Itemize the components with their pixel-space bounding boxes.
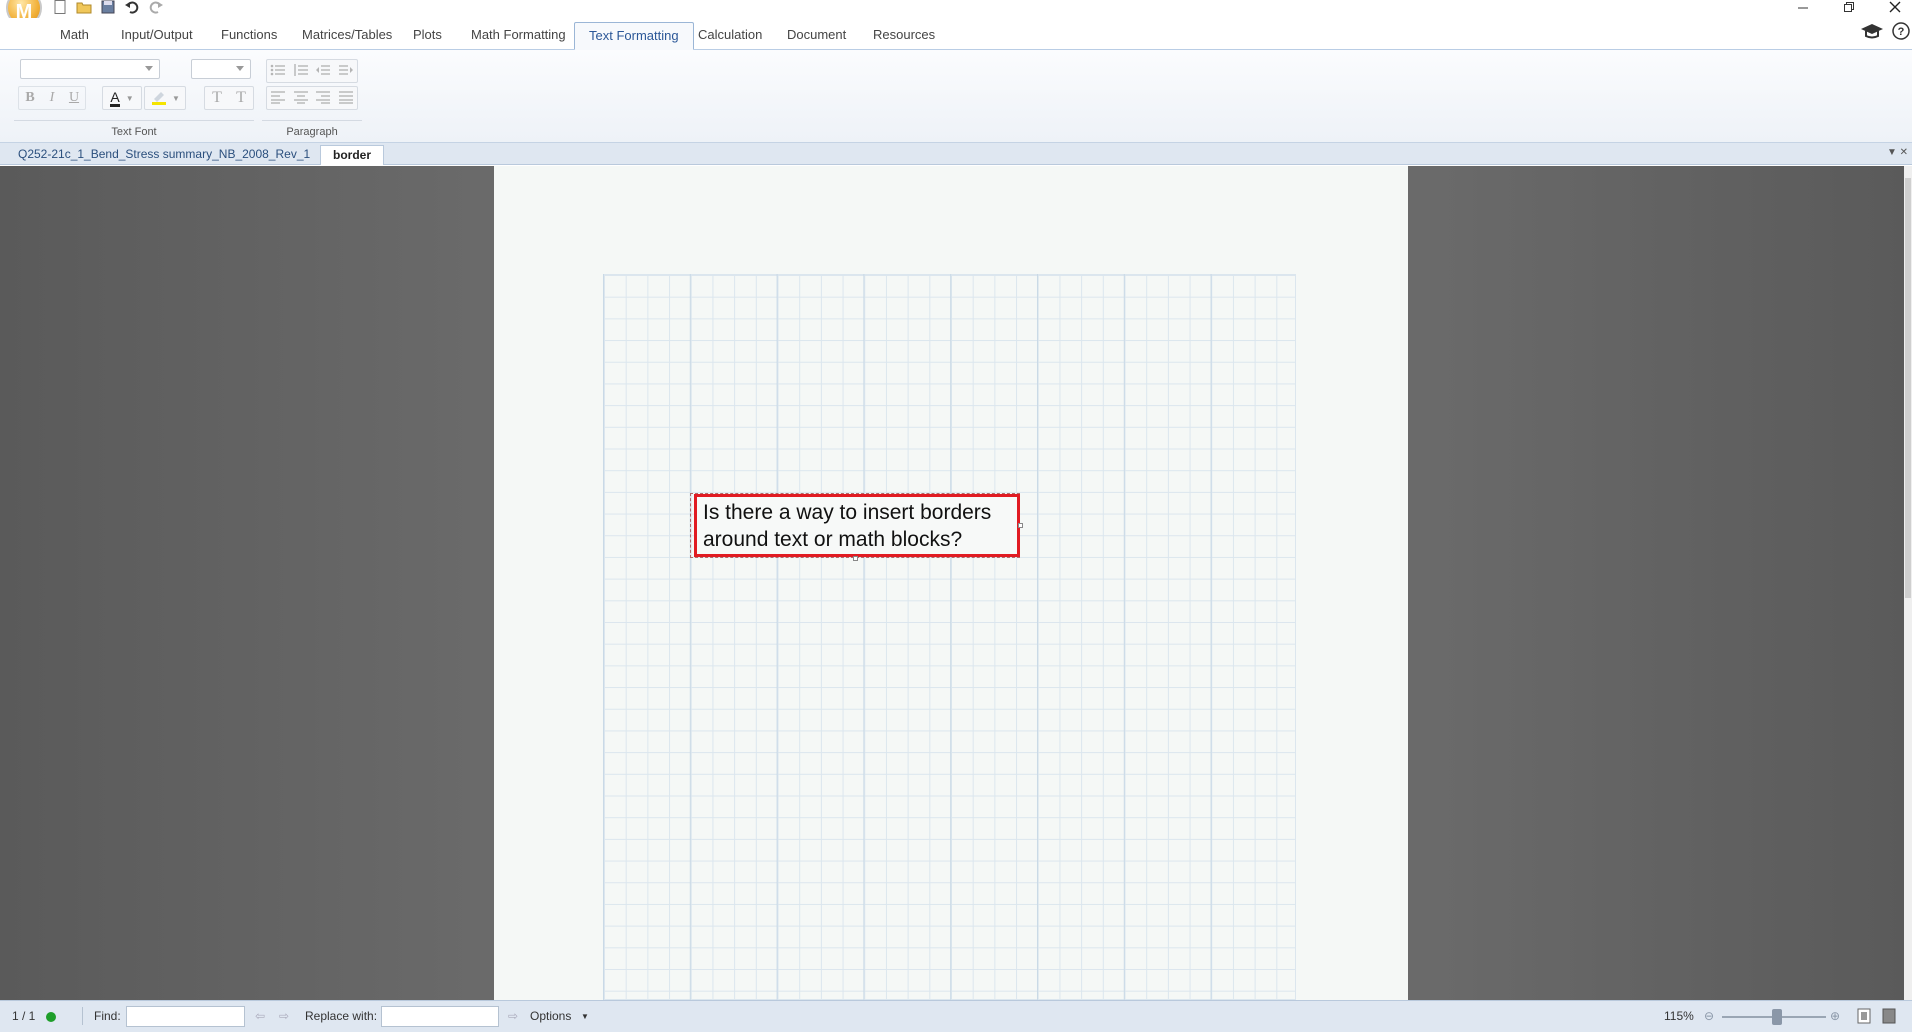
tab-matrices-tables[interactable]: Matrices/Tables <box>288 22 406 50</box>
options-button[interactable]: Options <box>530 1009 571 1023</box>
vertical-scrollbar[interactable] <box>1904 166 1912 1000</box>
tab-list-icon[interactable]: ▼ ✕ <box>1887 147 1908 158</box>
chevron-down-icon <box>236 66 244 71</box>
font-family-select[interactable] <box>20 59 160 79</box>
resize-handle-right[interactable] <box>1018 523 1023 528</box>
bold-button[interactable]: B <box>19 90 41 106</box>
new-document-icon[interactable] <box>50 0 70 14</box>
redo-icon[interactable] <box>146 0 166 14</box>
document-tab-strip: Q252-21c_1_Bend_Stress summary_NB_2008_R… <box>0 143 1912 165</box>
text-region-line-2: around text or math blocks? <box>703 528 963 551</box>
tab-text-formatting[interactable]: Text Formatting <box>574 22 694 50</box>
resize-handle-bottom[interactable] <box>853 556 858 561</box>
align-left-icon[interactable] <box>270 90 286 107</box>
tab-document[interactable]: Document <box>773 22 860 50</box>
tab-resources[interactable]: Resources <box>859 22 949 50</box>
text-font-group-label: Text Font <box>111 126 157 138</box>
align-right-icon[interactable] <box>315 90 331 107</box>
italic-button[interactable]: I <box>41 90 63 106</box>
chevron-down-icon: ▼ <box>125 93 134 103</box>
find-next-icon[interactable]: ⇨ <box>279 1009 289 1023</box>
restore-icon[interactable] <box>1834 0 1864 14</box>
tab-plots[interactable]: Plots <box>399 22 456 50</box>
bullet-list-icon[interactable] <box>270 63 286 80</box>
find-previous-icon[interactable]: ⇦ <box>255 1009 265 1023</box>
superscript-icon[interactable]: T <box>205 89 229 107</box>
zoom-in-icon[interactable]: ⊕ <box>1830 1009 1840 1023</box>
calculation-status-indicator <box>46 1012 56 1022</box>
text-region-line-1: Is there a way to insert borders <box>703 501 992 524</box>
worksheet-grid-major <box>603 274 1296 1000</box>
increase-indent-icon[interactable] <box>338 63 354 80</box>
paragraph-group-label: Paragraph <box>286 126 338 138</box>
zoom-level: 115% <box>1664 1009 1694 1023</box>
graduation-cap-icon[interactable] <box>1860 22 1884 45</box>
decrease-indent-icon[interactable] <box>315 63 331 80</box>
ribbon-tabs: Math Input/Output Functions Matrices/Tab… <box>0 18 1912 50</box>
scrollbar-thumb[interactable] <box>1905 178 1911 598</box>
ribbon-panel: B I U A ▼ ▼ T T Text Font Paragraph <box>0 50 1912 143</box>
text-region[interactable]: Is there a way to insert borders around … <box>694 494 1020 557</box>
document-tab-border[interactable]: border <box>320 145 385 165</box>
page-view-icon[interactable] <box>1857 1008 1871 1027</box>
quick-access-toolbar <box>50 0 166 14</box>
tab-functions[interactable]: Functions <box>207 22 291 50</box>
alignment-group <box>266 86 358 110</box>
minimize-icon[interactable] <box>1788 0 1818 14</box>
replace-icon[interactable]: ⇨ <box>508 1009 518 1023</box>
group-separator <box>14 120 254 121</box>
font-size-select[interactable] <box>191 59 251 79</box>
tab-math-formatting[interactable]: Math Formatting <box>457 22 580 50</box>
align-center-icon[interactable] <box>293 90 309 107</box>
numbered-list-icon[interactable] <box>293 63 309 80</box>
highlight-color-button[interactable]: ▼ <box>144 86 186 110</box>
zoom-out-icon[interactable]: ⊖ <box>1704 1009 1714 1023</box>
undo-icon[interactable] <box>122 0 142 14</box>
draft-view-icon[interactable] <box>1882 1008 1896 1027</box>
tab-calculation[interactable]: Calculation <box>684 22 776 50</box>
replace-label: Replace with: <box>305 1009 378 1023</box>
underline-button[interactable]: U <box>63 90 85 106</box>
font-color-button[interactable]: A ▼ <box>102 86 142 110</box>
worksheet-page[interactable] <box>494 166 1408 1000</box>
tab-input-output[interactable]: Input/Output <box>107 22 207 50</box>
list-indent-group <box>266 59 358 83</box>
find-input[interactable] <box>126 1006 245 1027</box>
font-color-icon: A <box>110 88 120 107</box>
justify-icon[interactable] <box>338 90 354 107</box>
close-icon[interactable] <box>1880 0 1910 14</box>
title-bar: M <box>0 0 1912 26</box>
bold-italic-underline-group: B I U <box>18 86 86 110</box>
document-tab-q252[interactable]: Q252-21c_1_Bend_Stress summary_NB_2008_R… <box>6 145 322 165</box>
worksheet-area: Is there a way to insert borders around … <box>0 166 1912 1000</box>
page-indicator: 1 / 1 <box>12 1009 36 1023</box>
highlighter-icon <box>150 89 168 108</box>
status-bar: 1 / 1 Find: ⇦ ⇨ Replace with: ⇨ Options … <box>0 1000 1912 1032</box>
status-separator <box>82 1007 83 1025</box>
open-folder-icon[interactable] <box>74 0 94 14</box>
find-label: Find: <box>94 1009 121 1023</box>
tab-math[interactable]: Math <box>46 22 103 50</box>
chevron-down-icon[interactable]: ▼ <box>581 1012 589 1021</box>
subscript-icon[interactable]: T <box>229 89 253 107</box>
chevron-down-icon: ▼ <box>172 93 180 103</box>
group-separator <box>262 120 362 121</box>
svg-text:?: ? <box>1898 26 1905 38</box>
help-icon[interactable]: ? <box>1892 22 1910 45</box>
replace-input[interactable] <box>381 1006 499 1027</box>
zoom-slider-thumb[interactable] <box>1772 1009 1782 1025</box>
chevron-down-icon <box>145 66 153 71</box>
superscript-subscript-group: T T <box>204 86 254 110</box>
save-icon[interactable] <box>98 0 118 14</box>
